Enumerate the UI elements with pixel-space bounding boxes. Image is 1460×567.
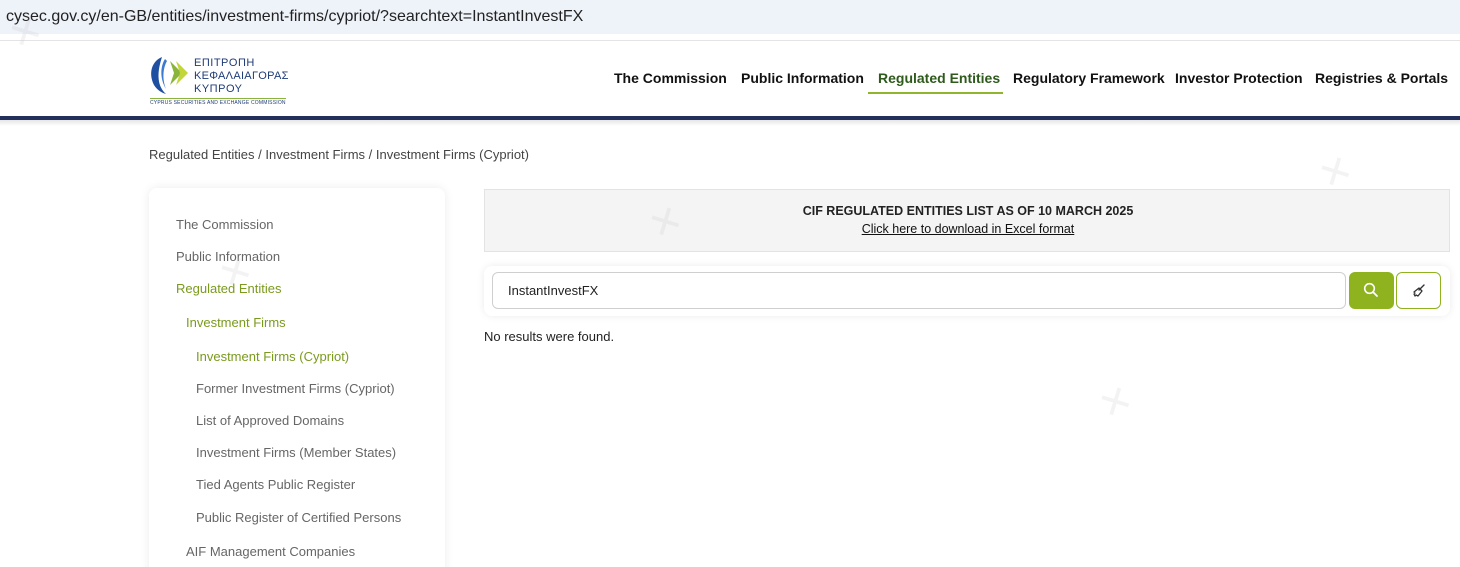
list-info-banner: CIF REGULATED ENTITIES LIST AS OF 10 MAR… — [484, 189, 1450, 252]
broom-icon — [1413, 284, 1425, 297]
nav-the-commission[interactable]: The Commission — [614, 70, 727, 90]
search-icon — [1363, 282, 1378, 297]
logo-text-line-3: ΚΥΠΡΟΥ — [194, 83, 243, 95]
nav-registries-portals[interactable]: Registries & Portals — [1315, 70, 1448, 90]
nav-regulated-entities[interactable]: Regulated Entities — [878, 70, 1000, 90]
watermark-icon: ✕ — [1092, 376, 1141, 429]
logo-text-line-2: ΚΕΦΑΛΑΙΑΓΟΡΑΣ — [194, 70, 289, 82]
no-results-message: No results were found. — [484, 329, 615, 344]
sidebar-item-member-states[interactable]: Investment Firms (Member States) — [196, 445, 396, 460]
search-button[interactable] — [1349, 272, 1394, 309]
banner-title: CIF REGULATED ENTITIES LIST AS OF 10 MAR… — [802, 204, 1134, 218]
logo-text-line-1: ΕΠΙΤΡΟΠΗ — [194, 57, 255, 69]
header-shadow — [0, 120, 1460, 126]
nav-public-information[interactable]: Public Information — [741, 70, 864, 90]
url-text[interactable]: cysec.gov.cy/en-GB/entities/investment-f… — [6, 8, 583, 26]
cysec-logo[interactable]: ΕΠΙΤΡΟΠΗ ΚΕΦΑΛΑΙΑΓΟΡΑΣ ΚΥΠΡΟΥ CYPRUS SEC… — [148, 53, 298, 107]
sidebar-item-aif-management[interactable]: AIF Management Companies — [186, 544, 355, 559]
sidebar-item-former-investment-firms[interactable]: Former Investment Firms (Cypriot) — [196, 381, 395, 396]
nav-active-underline — [868, 92, 1003, 94]
cysec-logo-icon — [151, 57, 188, 94]
clear-search-button[interactable] — [1396, 272, 1441, 309]
sidebar-item-the-commission[interactable]: The Commission — [176, 217, 274, 232]
nav-investor-protection[interactable]: Investor Protection — [1175, 70, 1303, 90]
sidebar-item-investment-firms-cypriot[interactable]: Investment Firms (Cypriot) — [196, 349, 349, 364]
sidebar-item-tied-agents[interactable]: Tied Agents Public Register — [196, 477, 355, 492]
browser-address-bar[interactable]: cysec.gov.cy/en-GB/entities/investment-f… — [0, 0, 1460, 34]
logo-text-english: CYPRUS SECURITIES AND EXCHANGE COMMISSIO… — [150, 98, 286, 106]
download-excel-link[interactable]: Click here to download in Excel format — [485, 222, 1451, 236]
breadcrumb[interactable]: Regulated Entities / Investment Firms / … — [149, 147, 529, 162]
sidebar-item-regulated-entities[interactable]: Regulated Entities — [176, 281, 282, 296]
sidebar-item-approved-domains[interactable]: List of Approved Domains — [196, 413, 344, 428]
nav-regulatory-framework[interactable]: Regulatory Framework — [1013, 70, 1165, 90]
sidebar-item-certified-persons[interactable]: Public Register of Certified Persons — [196, 510, 401, 525]
search-input[interactable] — [492, 272, 1346, 309]
sidebar-item-investment-firms[interactable]: Investment Firms — [186, 315, 286, 330]
sidebar-item-public-information[interactable]: Public Information — [176, 249, 280, 264]
